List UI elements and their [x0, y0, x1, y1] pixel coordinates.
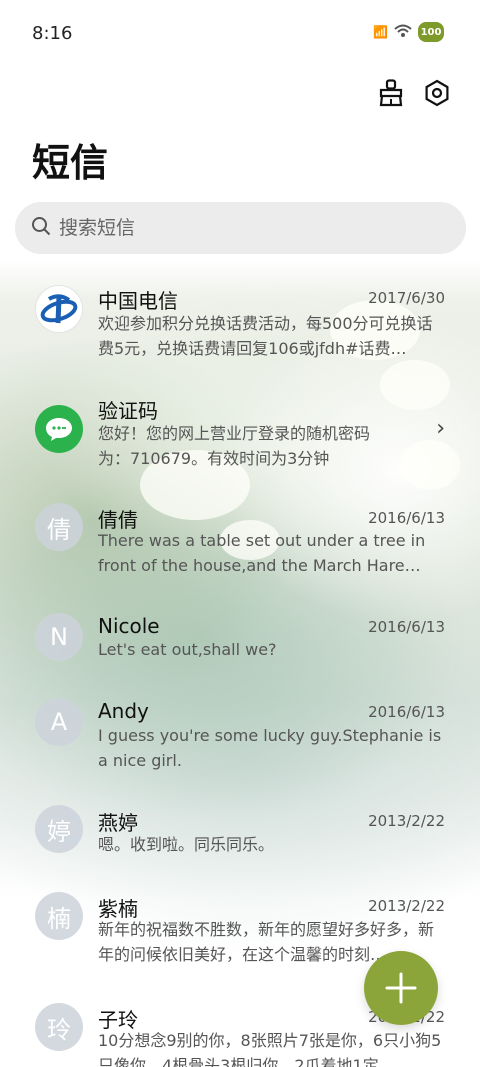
search-input[interactable] [59, 217, 419, 239]
avatar: 玲 [35, 1003, 83, 1051]
conversation-name: 验证码 [98, 399, 158, 423]
status-icons: 📶 100 [373, 22, 444, 42]
status-time: 8:16 [32, 23, 73, 44]
battery-icon: 100 [418, 22, 444, 42]
search-bar[interactable] [15, 202, 466, 254]
conversation-preview: 10分想念9别的你，8张照片7张是你，6只小狗5只像你，4根骨头3根归你，2爪着… [98, 1031, 442, 1067]
conversation-item[interactable]: 验证码 您好！您的网上营业厅登录的随机密码为：710679。有效时间为3分钟 › [0, 390, 480, 500]
conversation-preview: I guess you're some lucky guy.Stephanie … [98, 726, 442, 770]
conversation-preview: 欢迎参加积分兑换话费活动，每500分可兑换话费5元，兑换话费请回复106或jfd… [98, 314, 433, 358]
status-bar: 8:16 📶 100 [0, 0, 480, 66]
settings-icon[interactable] [422, 78, 452, 108]
conversation-preview: 嗯。收到啦。同乐同乐。 [98, 835, 275, 854]
signal-icon: 📶 [373, 25, 388, 39]
avatar: N [35, 613, 83, 661]
conversation-preview: Let's eat out,shall we? [98, 640, 277, 659]
conversation-date: 2016/6/13 [368, 618, 445, 636]
message-bubble-icon [35, 405, 83, 453]
conversation-date: 2016/6/13 [368, 509, 445, 527]
avatar: 楠 [35, 892, 83, 940]
wifi-icon [394, 24, 412, 41]
conversation-date: 2016/6/13 [368, 703, 445, 721]
conversation-date: 2013/2/22 [368, 897, 445, 915]
conversation-name: 中国电信 [98, 289, 178, 313]
top-actions [376, 78, 452, 108]
search-icon [31, 216, 51, 240]
conversation-preview: There was a table set out under a tree i… [98, 531, 426, 575]
conversation-item[interactable]: N Nicole 2016/6/13 Let's eat out,shall w… [0, 610, 480, 695]
conversation-item[interactable]: 中国电信 2017/6/30 欢迎参加积分兑换话费活动，每500分可兑换话费5元… [0, 270, 480, 380]
plus-icon [385, 972, 417, 1004]
conversation-date: 2013/2/22 [368, 812, 445, 830]
conversation-item[interactable]: 倩 倩倩 2016/6/13 There was a table set out… [0, 500, 480, 610]
new-message-button[interactable] [364, 951, 438, 1025]
avatar: 婷 [35, 805, 83, 853]
page-title: 短信 [32, 141, 109, 185]
chevron-right-icon[interactable]: › [436, 416, 445, 441]
avatar: 倩 [35, 503, 83, 551]
conversation-item[interactable]: A Andy 2016/6/13 I guess you're some luc… [0, 695, 480, 805]
conversation-name: Andy [98, 699, 149, 723]
conversation-date: 2017/6/30 [368, 289, 445, 307]
conversation-item[interactable]: 婷 燕婷 2013/2/22 嗯。收到啦。同乐同乐。 [0, 805, 480, 890]
clean-brush-icon[interactable] [376, 78, 406, 108]
china-telecom-logo-icon [35, 285, 83, 333]
avatar: A [35, 698, 83, 746]
conversation-preview: 您好！您的网上营业厅登录的随机密码为：710679。有效时间为3分钟 [98, 424, 371, 468]
conversation-name: Nicole [98, 614, 160, 638]
